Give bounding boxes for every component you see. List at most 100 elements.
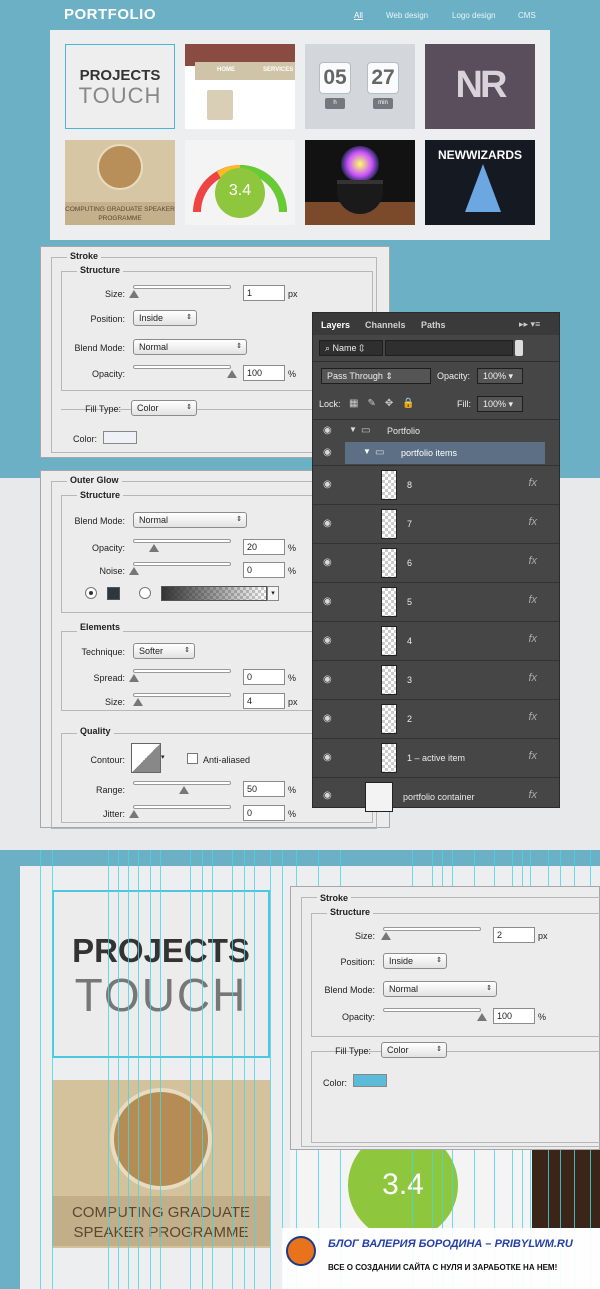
stroke2-opacity-input[interactable]: 100 — [493, 1008, 535, 1024]
portfolio-item-gauge[interactable]: 3.4 — [185, 140, 295, 225]
portfolio-item-mic[interactable]: COMPUTING GRADUATE SPEAKER PROGRAMME — [65, 140, 175, 225]
opacity-slider-knob[interactable] — [227, 370, 237, 378]
eye-icon[interactable]: ◉ — [323, 479, 332, 490]
eye-icon[interactable]: ◉ — [323, 425, 332, 436]
eye-icon[interactable]: ◉ — [323, 635, 332, 646]
fx-icon[interactable]: fx — [528, 555, 537, 567]
contour-preview[interactable] — [131, 743, 161, 773]
nav-logo-design[interactable]: Logo design — [452, 11, 496, 20]
nav-web-design[interactable]: Web design — [386, 11, 428, 20]
noise-knob[interactable] — [129, 567, 139, 575]
anti-aliased-checkbox[interactable] — [187, 753, 198, 764]
eye-icon[interactable]: ◉ — [323, 557, 332, 568]
lock-icons[interactable]: ▦✎✥🔒 — [349, 398, 424, 409]
fx-icon[interactable]: fx — [528, 477, 537, 489]
disclosure-triangle-icon[interactable]: ▼ — [363, 447, 371, 456]
layer-blend-select[interactable]: Pass Through ⇕ — [321, 368, 431, 384]
stroke-color-swatch[interactable] — [103, 431, 137, 444]
layer-row[interactable]: ◉ 2 fx — [313, 699, 559, 737]
layer-filter-select[interactable]: ⌕ Name ⇕ — [319, 340, 383, 356]
eye-icon[interactable]: ◉ — [323, 713, 332, 724]
portfolio-item-web[interactable]: HOME SERVICES — [185, 44, 295, 129]
size-slider-knob[interactable] — [129, 290, 139, 298]
glow-size-input[interactable]: 4 — [243, 693, 285, 709]
stroke2-size-input[interactable]: 2 — [493, 927, 535, 943]
zoomed-projects-tile[interactable]: PROJECTS TOUCH — [52, 890, 270, 1058]
spread-slider[interactable] — [133, 669, 231, 673]
jitter-slider[interactable] — [133, 805, 231, 809]
chevron-down-icon[interactable]: ▾ — [161, 743, 169, 773]
fill-type-select[interactable]: Color ⇕ — [131, 400, 197, 416]
layer-row[interactable]: ◉ 1 – active item fx — [313, 738, 559, 776]
position-select[interactable]: Inside ⇕ — [133, 310, 197, 326]
stroke2-opacity-slider[interactable] — [383, 1008, 481, 1012]
size-slider[interactable] — [133, 285, 231, 289]
range-slider[interactable] — [133, 781, 231, 785]
tab-layers[interactable]: Layers — [321, 320, 350, 330]
range-input[interactable]: 50 — [243, 781, 285, 797]
filter-toggle[interactable] — [515, 340, 523, 356]
layer-search-field[interactable] — [385, 340, 513, 356]
fx-icon[interactable]: fx — [528, 672, 537, 684]
stroke2-opacity-knob[interactable] — [477, 1013, 487, 1021]
panel-menu-icon[interactable]: ▸▸ ▾≡ — [519, 319, 540, 330]
stroke2-position-select[interactable]: Inside ⇕ — [383, 953, 447, 969]
opacity-input[interactable]: 100 — [243, 365, 285, 381]
noise-input[interactable]: 0 — [243, 562, 285, 578]
eye-icon[interactable]: ◉ — [323, 518, 332, 529]
layer-row[interactable]: ◉ 8 fx — [313, 465, 559, 503]
fx-icon[interactable]: fx — [528, 789, 537, 801]
portfolio-item-pot[interactable] — [305, 140, 415, 225]
stroke2-color-swatch[interactable] — [353, 1074, 387, 1087]
eye-icon[interactable]: ◉ — [323, 790, 332, 801]
stroke2-blend-select[interactable]: Normal ⇕ — [383, 981, 497, 997]
fx-icon[interactable]: fx — [528, 711, 537, 723]
stroke2-size-slider[interactable] — [383, 927, 481, 931]
gradient-preview[interactable] — [161, 586, 267, 601]
portfolio-item-clock[interactable]: 05 27 h min — [305, 44, 415, 129]
technique-select[interactable]: Softer ⇕ — [133, 643, 195, 659]
stroke2-size-knob[interactable] — [381, 932, 391, 940]
tab-channels[interactable]: Channels — [365, 320, 406, 330]
disclosure-triangle-icon[interactable]: ▼ — [349, 425, 357, 434]
gradient-radio[interactable] — [139, 587, 151, 599]
noise-slider[interactable] — [133, 562, 231, 566]
tab-paths[interactable]: Paths — [421, 320, 446, 330]
portfolio-item-wizards[interactable]: NEWWIZARDS — [425, 140, 535, 225]
color-radio[interactable] — [85, 587, 97, 599]
nav-cms[interactable]: CMS — [518, 11, 536, 20]
spread-knob[interactable] — [129, 674, 139, 682]
size-input[interactable]: 1 — [243, 285, 285, 301]
stroke2-fill-type-select[interactable]: Color ⇕ — [381, 1042, 447, 1058]
portfolio-item-nr[interactable]: NR — [425, 44, 535, 129]
blend-mode-select[interactable]: Normal ⇕ — [133, 339, 247, 355]
range-knob[interactable] — [179, 786, 189, 794]
layer-row[interactable]: ◉ 4 fx — [313, 621, 559, 659]
opacity-slider[interactable] — [133, 365, 231, 369]
glow-blend-select[interactable]: Normal ⇕ — [133, 512, 247, 528]
fill-input[interactable]: 100% ▾ — [477, 396, 523, 412]
portfolio-item-projects-touch[interactable]: PROJECTS TOUCH — [65, 44, 175, 129]
chevron-down-icon[interactable]: ▾ — [267, 586, 279, 601]
layer-opacity-input[interactable]: 100% ▾ — [477, 368, 523, 384]
eye-icon[interactable]: ◉ — [323, 752, 332, 763]
fx-icon[interactable]: fx — [528, 750, 537, 762]
jitter-knob[interactable] — [129, 810, 139, 818]
fx-icon[interactable]: fx — [528, 633, 537, 645]
glow-opacity-slider[interactable] — [133, 539, 231, 543]
glow-size-knob[interactable] — [133, 698, 143, 706]
glow-opacity-input[interactable]: 20 — [243, 539, 285, 555]
layer-row[interactable]: ◉ 7 fx — [313, 504, 559, 542]
glow-color-swatch[interactable] — [107, 587, 120, 600]
fx-icon[interactable]: fx — [528, 516, 537, 528]
layer-row[interactable]: ◉ 5 fx — [313, 582, 559, 620]
layer-row[interactable]: ◉ 3 fx — [313, 660, 559, 698]
jitter-input[interactable]: 0 — [243, 805, 285, 821]
layer-portfolio-container[interactable]: ◉ portfolio container fx — [313, 777, 559, 815]
nav-all[interactable]: All — [354, 11, 363, 20]
glow-size-slider[interactable] — [133, 693, 231, 697]
layer-group-portfolio[interactable]: ◉ ▼ ▭ Portfolio — [313, 419, 559, 441]
glow-opacity-knob[interactable] — [149, 544, 159, 552]
spread-input[interactable]: 0 — [243, 669, 285, 685]
fx-icon[interactable]: fx — [528, 594, 537, 606]
